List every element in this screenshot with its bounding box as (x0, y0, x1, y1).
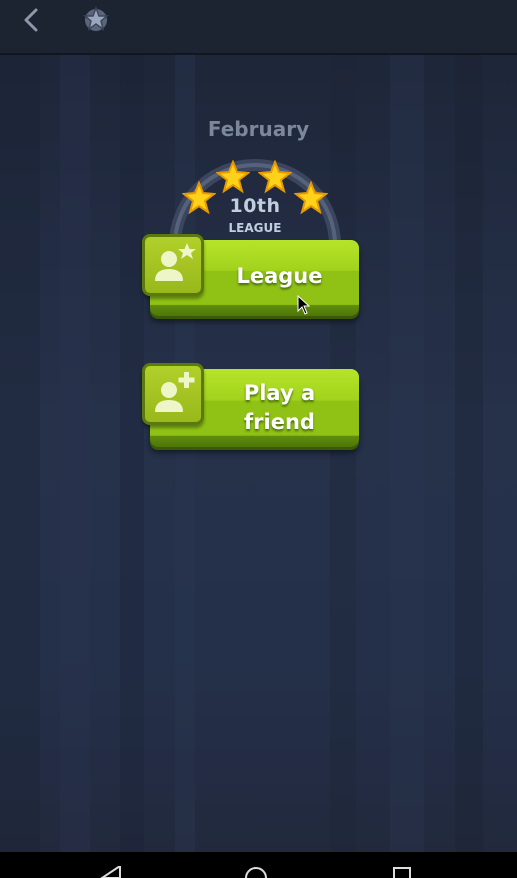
league-rank: 10th (229, 195, 281, 217)
user-star-icon (142, 234, 204, 296)
bg-streak (390, 55, 424, 852)
league-button[interactable]: League (142, 234, 359, 316)
play-friend-label-line1: Play a (243, 381, 316, 405)
bg-streak (60, 55, 90, 852)
nav-recents-icon[interactable] (392, 866, 412, 878)
play-friend-label-line2: friend (244, 410, 315, 434)
play-friend-button[interactable]: Play a friend (142, 363, 359, 447)
play-friend-button-label: Play a friend (200, 379, 359, 437)
league-button-label: League (236, 264, 323, 288)
star-icon (216, 160, 250, 194)
system-nav-bar (0, 852, 517, 878)
chevron-left-icon[interactable] (18, 6, 46, 34)
star-icon (294, 181, 328, 215)
bg-streak (0, 55, 40, 852)
mouse-cursor-icon (297, 295, 311, 315)
bg-streak (120, 55, 144, 852)
star-icon (258, 160, 292, 194)
month-label: February (207, 117, 310, 141)
user-plus-icon (142, 363, 204, 425)
nav-back-icon[interactable] (100, 866, 122, 878)
bg-streak (455, 55, 483, 852)
star-icon (182, 181, 216, 215)
top-bar (0, 0, 517, 55)
league-rank-label: LEAGUE (228, 221, 282, 235)
nav-home-icon[interactable] (244, 866, 268, 878)
star-badge-icon[interactable] (80, 3, 112, 35)
game-stage: February 10th LEAGUE League Play a frien… (0, 55, 517, 852)
